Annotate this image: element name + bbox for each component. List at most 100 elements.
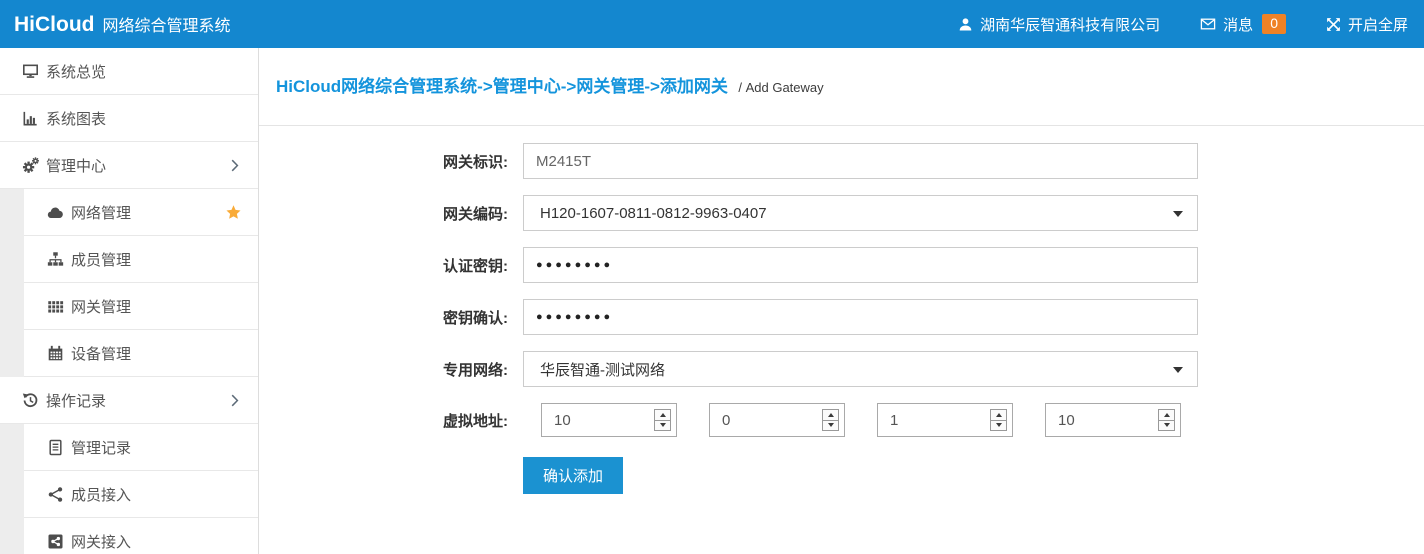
auth-key-field[interactable] [523, 247, 1198, 283]
triangle-up-icon [1164, 413, 1170, 417]
gateway-code-value: H120-1607-0811-0812-9963-0407 [540, 205, 767, 222]
step-down-button[interactable] [1159, 421, 1174, 431]
calendar-icon [46, 345, 64, 362]
brand-subtitle: 网络综合管理系统 [102, 12, 230, 36]
step-up-button[interactable] [655, 410, 670, 421]
confirm-add-button[interactable]: 确认添加 [523, 457, 623, 494]
sidebar-item-member-access[interactable]: 成员接入 [0, 471, 258, 518]
sidebar-item-operation-records[interactable]: 操作记录 [0, 377, 258, 424]
messages-label: 消息 [1223, 14, 1253, 35]
share-square-icon [46, 533, 64, 550]
messages-menu[interactable]: 消息 0 [1200, 14, 1286, 35]
sidebar-item-label: 网关管理 [71, 296, 131, 317]
gateway-code-label: 网关编码: [276, 203, 508, 224]
triangle-up-icon [828, 413, 834, 417]
add-gateway-form: 网关标识: 网关编码: H120-1607-0811-0812-9963-040… [259, 126, 1424, 494]
caret-down-icon [1173, 367, 1183, 373]
virtual-address-group [541, 403, 1213, 437]
sidebar-item-device-management[interactable]: 设备管理 [0, 330, 258, 377]
history-icon [21, 392, 39, 409]
sidebar-item-gateway-management[interactable]: 网关管理 [0, 283, 258, 330]
sidebar-item-label: 系统总览 [46, 61, 106, 82]
caret-down-icon [1173, 211, 1183, 217]
share-icon [46, 486, 64, 503]
messages-badge: 0 [1262, 14, 1286, 34]
sidebar-item-label: 系统图表 [46, 108, 106, 129]
sitemap-icon [46, 251, 64, 268]
step-up-button[interactable] [823, 410, 838, 421]
sidebar-item-member-management[interactable]: 成员管理 [0, 236, 258, 283]
sidebar-item-label: 网络管理 [71, 202, 131, 223]
cloud-icon [46, 205, 64, 221]
step-up-button[interactable] [1159, 410, 1174, 421]
stepper-control[interactable] [990, 409, 1007, 431]
private-network-select[interactable]: 华辰智通-测试网络 [523, 351, 1198, 387]
triangle-down-icon [660, 423, 666, 427]
sidebar-item-admin-center[interactable]: 管理中心 [0, 142, 258, 189]
stepper-control[interactable] [822, 409, 839, 431]
brand-name: HiCloud [14, 13, 94, 37]
sidebar-item-admin-records[interactable]: 管理记录 [0, 424, 258, 471]
stepper-control[interactable] [654, 409, 671, 431]
company-menu[interactable]: 湖南华辰智通科技有限公司 [958, 14, 1160, 35]
sidebar-item-gateway-access[interactable]: 网关接入 [0, 518, 258, 554]
chevron-right-icon [231, 394, 239, 411]
step-down-button[interactable] [823, 421, 838, 431]
key-confirm-field[interactable] [523, 299, 1198, 335]
gears-icon [21, 157, 39, 174]
top-navbar: HiCloud 网络综合管理系统 湖南华辰智通科技有限公司 消息 0 开启全屏 [0, 0, 1424, 48]
step-down-button[interactable] [655, 421, 670, 431]
envelope-icon [1200, 16, 1216, 32]
star-icon[interactable] [225, 204, 242, 225]
virtual-address-octet-1 [541, 403, 677, 437]
gateway-code-select[interactable]: H120-1607-0811-0812-9963-0407 [523, 195, 1198, 231]
form-row-gateway-code: 网关编码: H120-1607-0811-0812-9963-0407 [276, 195, 1424, 231]
step-up-button[interactable] [991, 410, 1006, 421]
form-row-auth-key: 认证密钥: [276, 247, 1424, 283]
sidebar-item-label: 设备管理 [71, 343, 131, 364]
sidebar-item-label: 管理中心 [46, 155, 106, 176]
key-confirm-label: 密钥确认: [276, 307, 508, 328]
virtual-address-octet-4 [1045, 403, 1181, 437]
step-down-button[interactable] [991, 421, 1006, 431]
desktop-icon [21, 63, 39, 80]
sidebar-item-system-overview[interactable]: 系统总览 [0, 48, 258, 95]
private-network-label: 专用网络: [276, 359, 508, 380]
private-network-value: 华辰智通-测试网络 [540, 359, 665, 380]
gateway-id-label: 网关标识: [276, 151, 508, 172]
virtual-address-label: 虚拟地址: [276, 410, 508, 431]
triangle-down-icon [1164, 423, 1170, 427]
user-icon [958, 17, 973, 32]
virtual-address-octet-2 [709, 403, 845, 437]
fullscreen-toggle[interactable]: 开启全屏 [1326, 14, 1408, 35]
page-header: HiCloud网络综合管理系统->管理中心->网关管理->添加网关 / Add … [259, 48, 1424, 126]
breadcrumb-suffix: / Add Gateway [738, 80, 823, 95]
company-name: 湖南华辰智通科技有限公司 [980, 14, 1160, 35]
sidebar-item-system-charts[interactable]: 系统图表 [0, 95, 258, 142]
form-row-key-confirm: 密钥确认: [276, 299, 1424, 335]
bar-chart-icon [21, 110, 39, 127]
gateway-id-field[interactable] [523, 143, 1198, 179]
triangle-up-icon [996, 413, 1002, 417]
octet-4-field[interactable] [1046, 404, 1146, 436]
auth-key-label: 认证密钥: [276, 255, 508, 276]
stepper-control[interactable] [1158, 409, 1175, 431]
sidebar-item-label: 成员接入 [71, 484, 131, 505]
sidebar-item-label: 管理记录 [71, 437, 131, 458]
sidebar-item-network-management[interactable]: 网络管理 [0, 189, 258, 236]
main-content: HiCloud网络综合管理系统->管理中心->网关管理->添加网关 / Add … [259, 48, 1424, 554]
sidebar-item-label: 网关接入 [71, 531, 131, 552]
triangle-down-icon [828, 423, 834, 427]
form-row-gateway-id: 网关标识: [276, 143, 1424, 179]
form-row-private-network: 专用网络: 华辰智通-测试网络 [276, 351, 1424, 387]
sidebar-item-label: 操作记录 [46, 390, 106, 411]
octet-3-field[interactable] [878, 404, 978, 436]
form-row-virtual-address: 虚拟地址: [276, 403, 1424, 437]
expand-icon [1326, 17, 1341, 32]
fullscreen-label: 开启全屏 [1348, 14, 1408, 35]
octet-2-field[interactable] [710, 404, 810, 436]
app-brand[interactable]: HiCloud 网络综合管理系统 [14, 12, 231, 37]
octet-1-field[interactable] [542, 404, 642, 436]
triangle-down-icon [996, 423, 1002, 427]
breadcrumb: HiCloud网络综合管理系统->管理中心->网关管理->添加网关 [276, 77, 728, 96]
